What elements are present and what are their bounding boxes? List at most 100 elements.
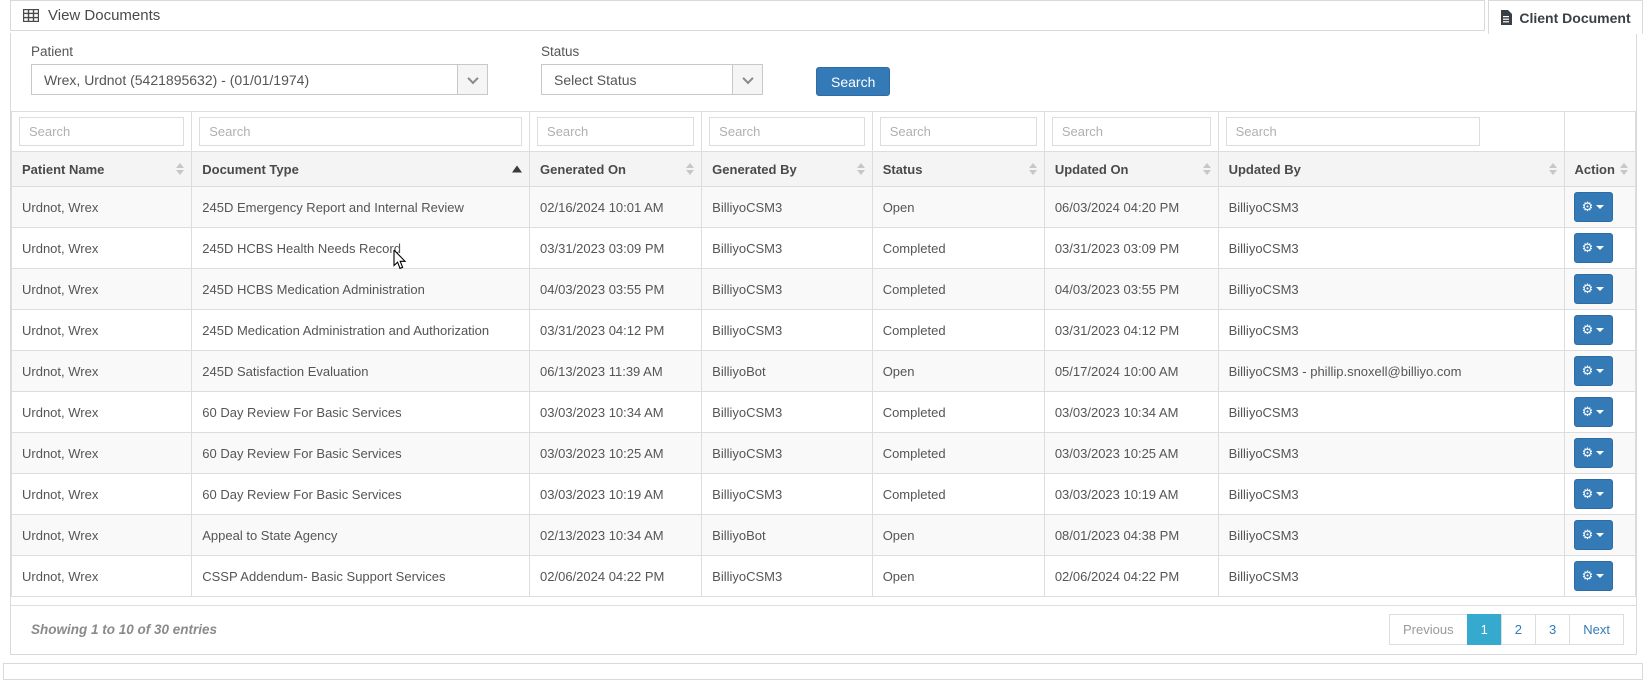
patient-select[interactable]: Wrex, Urdnot (5421895632) - (01/01/1974): [31, 64, 488, 95]
table-row: Urdnot, Wrex Appeal to State Agency 02/13/…: [10, 514, 1636, 556]
caret-down-icon: [1596, 328, 1605, 332]
column-header-label: Generated On: [540, 161, 626, 177]
cell-status: Completed: [871, 227, 1045, 269]
cell-document-type: Appeal to State Agency: [191, 514, 531, 556]
column-header-label: Updated On: [1054, 161, 1129, 177]
search-cell-status: [871, 111, 1045, 152]
sort-icon: [1028, 163, 1037, 175]
top-bar: View Documents Client Document: [0, 0, 1646, 34]
patient-filter-group: Patient Wrex, Urdnot (5421895632) - (01/…: [31, 44, 488, 95]
gear-icon: ⚙: [1581, 568, 1594, 584]
cell-generated-on: 02/06/2024 04:22 PM: [529, 555, 703, 597]
row-action-button[interactable]: ⚙: [1573, 438, 1613, 468]
cell-patient-name: Urdnot, Wrex: [10, 186, 193, 228]
cell-generated-by: BilliyoCSM3: [701, 391, 873, 433]
sort-icon: [1548, 163, 1557, 175]
gear-icon: ⚙: [1581, 404, 1594, 420]
cell-action: ⚙: [1563, 227, 1636, 269]
cell-document-type: 245D HCBS Medication Administration: [191, 268, 531, 310]
column-header-document-type[interactable]: Document Type: [191, 151, 531, 187]
column-header-status[interactable]: Status: [871, 151, 1045, 187]
search-button[interactable]: Search: [816, 67, 891, 96]
cell-updated-by: BilliyoCSM3: [1217, 391, 1565, 433]
search-cell-patient-name: [10, 111, 193, 152]
column-search-input-status[interactable]: [879, 117, 1037, 146]
pagination-next[interactable]: Next: [1569, 614, 1624, 645]
cell-status: Completed: [871, 268, 1045, 310]
caret-down-icon: [1596, 533, 1605, 537]
cell-generated-by: BilliyoCSM3: [701, 227, 873, 269]
cell-status: Open: [871, 555, 1045, 597]
pagination-3[interactable]: 3: [1535, 614, 1571, 645]
column-header-generated-on[interactable]: Generated On: [529, 151, 703, 187]
gear-icon: ⚙: [1581, 445, 1594, 461]
table-grid-icon: [23, 9, 39, 22]
cell-document-type: 60 Day Review For Basic Services: [191, 432, 531, 474]
column-header-label: Document Type: [202, 161, 299, 177]
cell-generated-by: BilliyoCSM3: [701, 432, 873, 474]
row-action-button[interactable]: ⚙: [1573, 233, 1613, 263]
column-header-label: Action: [1574, 161, 1615, 177]
column-search-input-generated-by[interactable]: [709, 117, 865, 146]
filter-section: Patient Wrex, Urdnot (5421895632) - (01/…: [11, 33, 1636, 111]
caret-down-icon: [1596, 369, 1605, 373]
cell-patient-name: Urdnot, Wrex: [10, 555, 193, 597]
column-header-generated-by[interactable]: Generated By: [701, 151, 873, 187]
cell-updated-on: 03/31/2023 03:09 PM: [1043, 227, 1219, 269]
row-action-button[interactable]: ⚙: [1573, 561, 1613, 591]
row-action-button[interactable]: ⚙: [1573, 356, 1613, 386]
cell-updated-on: 03/03/2023 10:25 AM: [1043, 432, 1219, 474]
page-title-bar: View Documents: [10, 0, 1485, 31]
cell-updated-by: BilliyoCSM3: [1217, 309, 1565, 351]
cell-updated-by: BilliyoCSM3: [1217, 432, 1565, 474]
column-search-input-document-type[interactable]: [199, 117, 523, 146]
row-action-button[interactable]: ⚙: [1573, 479, 1613, 509]
table-row: Urdnot, Wrex 245D HCBS Medication Adminis…: [10, 268, 1636, 310]
pagination-1[interactable]: 1: [1466, 614, 1502, 645]
sort-icon: [1202, 163, 1211, 175]
column-search-input-generated-on[interactable]: [537, 117, 695, 146]
status-select[interactable]: Select Status: [541, 64, 763, 95]
pagination-previous[interactable]: Previous: [1388, 614, 1468, 645]
table-row: Urdnot, Wrex CSSP Addendum- Basic Support…: [10, 555, 1636, 597]
sort-icon: [686, 163, 695, 175]
row-action-button[interactable]: ⚙: [1573, 520, 1613, 550]
row-action-button[interactable]: ⚙: [1573, 274, 1613, 304]
cell-updated-on: 06/03/2024 04:20 PM: [1043, 186, 1219, 228]
status-select-value: Select Status: [554, 71, 637, 88]
column-header-updated-by[interactable]: Updated By: [1217, 151, 1565, 187]
cell-action: ⚙: [1563, 432, 1636, 474]
row-action-button[interactable]: ⚙: [1573, 192, 1613, 222]
table-row: Urdnot, Wrex 60 Day Review For Basic Serv…: [10, 391, 1636, 433]
status-filter-group: Status Select Status: [541, 44, 763, 95]
table-row: Urdnot, Wrex 245D HCBS Health Needs Recor…: [10, 227, 1636, 269]
caret-down-icon: [1596, 451, 1605, 455]
cell-updated-on: 08/01/2023 04:38 PM: [1043, 514, 1219, 556]
documents-table: Patient Name Document Type Generated On Gen…: [10, 111, 1636, 597]
gear-icon: ⚙: [1581, 322, 1594, 338]
table-row: Urdnot, Wrex 60 Day Review For Basic Serv…: [10, 473, 1636, 515]
column-header-action[interactable]: Action: [1563, 151, 1636, 187]
gear-icon: ⚙: [1581, 363, 1594, 379]
cell-action: ⚙: [1563, 555, 1636, 597]
cell-action: ⚙: [1563, 268, 1636, 310]
column-search-input-patient-name[interactable]: [19, 117, 185, 146]
pagination-2[interactable]: 2: [1500, 614, 1537, 645]
cell-document-type: 60 Day Review For Basic Services: [191, 473, 531, 515]
entries-summary: Showing 1 to 10 of 30 entries: [31, 622, 218, 637]
cell-status: Completed: [871, 391, 1045, 433]
search-cell-updated-on: [1043, 111, 1219, 152]
cell-generated-on: 03/31/2023 04:12 PM: [529, 309, 703, 351]
row-action-button[interactable]: ⚙: [1573, 315, 1613, 345]
column-search-input-updated-on[interactable]: [1051, 117, 1211, 146]
tab-client-document[interactable]: Client Document: [1488, 0, 1643, 34]
gear-icon: ⚙: [1581, 527, 1594, 543]
caret-down-icon: [1596, 287, 1605, 291]
search-cell-generated-on: [529, 111, 703, 152]
column-header-updated-on[interactable]: Updated On: [1043, 151, 1219, 187]
row-action-button[interactable]: ⚙: [1573, 397, 1613, 427]
column-header-patient-name[interactable]: Patient Name: [10, 151, 193, 187]
column-search-input-updated-by[interactable]: [1225, 117, 1481, 146]
cell-updated-on: 04/03/2023 03:55 PM: [1043, 268, 1219, 310]
search-cell-updated-by: [1217, 111, 1565, 152]
